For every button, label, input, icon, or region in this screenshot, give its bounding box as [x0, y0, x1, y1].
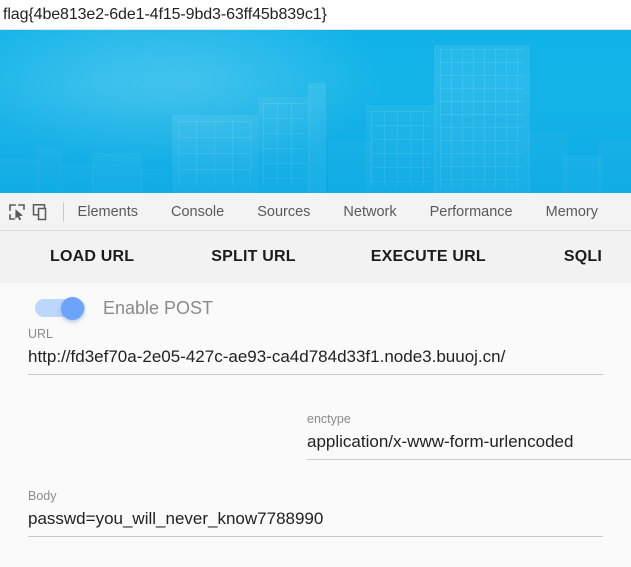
tab-elements[interactable]: Elements [78, 204, 162, 220]
load-url-button[interactable]: LOAD URL [40, 240, 144, 274]
tab-console[interactable]: Console [171, 204, 248, 220]
execute-url-button[interactable]: EXECUTE URL [361, 240, 496, 274]
toggle-knob [61, 297, 84, 320]
enctype-input-underline [307, 459, 631, 460]
tab-sources[interactable]: Sources [257, 204, 334, 220]
url-input[interactable]: http://fd3ef70a-2e05-427c-ae93-ca4d784d3… [28, 344, 603, 370]
tab-performance[interactable]: Performance [430, 204, 537, 220]
enable-post-toggle[interactable]: Enable POST [35, 297, 213, 319]
enctype-label: enctype [307, 411, 631, 427]
body-label: Body [28, 488, 603, 504]
enable-post-label: Enable POST [103, 298, 213, 319]
split-url-button[interactable]: SPLIT URL [201, 240, 305, 274]
body-input[interactable]: passwd=you_will_never_know7788990 [28, 506, 603, 532]
devtools-tabs: Elements Console Sources Network Perform… [78, 204, 631, 220]
toggle-switch[interactable] [35, 297, 85, 319]
hackbar-content: URL http://fd3ef70a-2e05-427c-ae93-ca4d7… [0, 283, 631, 567]
body-input-underline [28, 536, 603, 537]
sqli-button[interactable]: SQLI [554, 240, 612, 274]
hackbar-action-bar: LOAD URL SPLIT URL EXECUTE URL SQLI [0, 231, 631, 283]
device-toolbar-icon[interactable] [30, 199, 48, 225]
page-root: flag{4be813e2-6de1-4f15-9bd3-63ff45b839c… [0, 0, 631, 567]
url-label: URL [28, 326, 603, 342]
tab-network[interactable]: Network [343, 204, 420, 220]
enctype-field-group: enctype application/x-www-form-urlencode… [307, 411, 631, 460]
body-field-group: Body passwd=you_will_never_know7788990 [28, 488, 603, 537]
page-banner-image [0, 30, 631, 193]
enctype-input[interactable]: application/x-www-form-urlencoded [307, 429, 631, 455]
tab-memory[interactable]: Memory [546, 204, 622, 220]
flag-text: flag{4be813e2-6de1-4f15-9bd3-63ff45b839c… [3, 6, 327, 24]
url-input-underline [28, 374, 603, 375]
banner-haze [0, 103, 631, 193]
url-field-group: URL http://fd3ef70a-2e05-427c-ae93-ca4d7… [28, 326, 603, 375]
toolbar-divider [63, 202, 64, 222]
flag-bar: flag{4be813e2-6de1-4f15-9bd3-63ff45b839c… [0, 0, 631, 30]
devtools-toolbar: Elements Console Sources Network Perform… [0, 193, 631, 231]
inspect-element-icon[interactable] [8, 199, 26, 225]
